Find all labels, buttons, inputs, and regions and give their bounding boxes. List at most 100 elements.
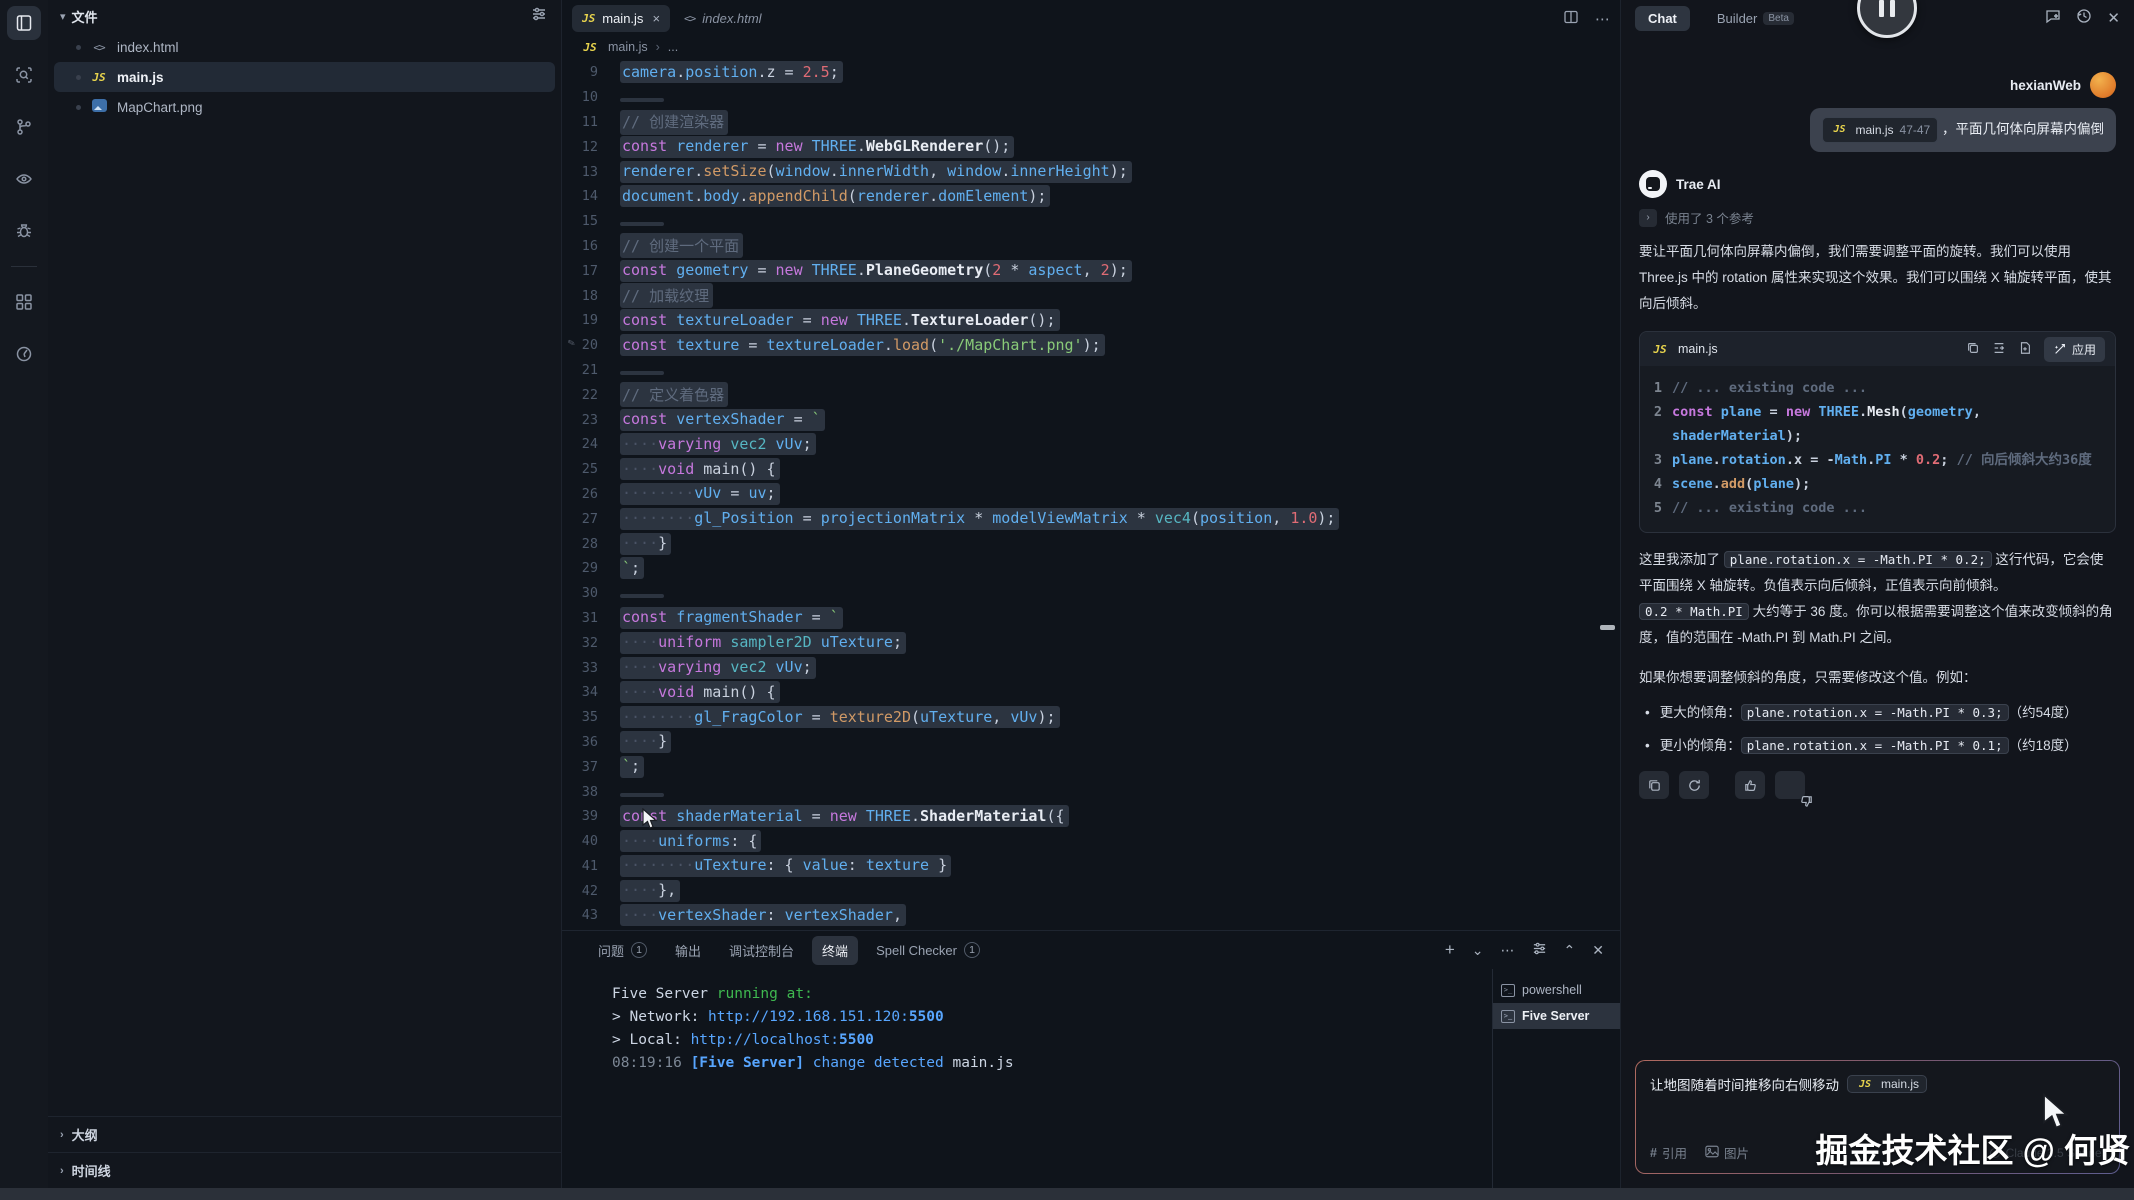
code-line-31[interactable]: 31const fragmentShader = `: [562, 606, 1620, 631]
references-toggle[interactable]: › 使用了 3 个参考: [1639, 208, 2116, 227]
breadcrumb-more[interactable]: ...: [668, 40, 678, 54]
panel-tab-问题[interactable]: 问题1: [588, 936, 657, 965]
code-line-22[interactable]: 22// 定义着色器: [562, 382, 1620, 407]
file-item-main.js[interactable]: JSmain.js: [54, 62, 555, 92]
panel-maximize-icon[interactable]: ⌃: [1564, 942, 1576, 959]
activity-item-marketplace[interactable]: [7, 337, 41, 371]
code-line-14[interactable]: 14document.body.appendChild(renderer.dom…: [562, 184, 1620, 209]
activity-item-extensions[interactable]: [7, 285, 41, 319]
new-file-icon[interactable]: [2018, 341, 2032, 358]
code-line-39[interactable]: 39const shaderMaterial = new THREE.Shade…: [562, 804, 1620, 829]
panel-tab-Spell Checker[interactable]: Spell Checker1: [866, 937, 990, 963]
reference-action[interactable]: # 引用: [1650, 1143, 1687, 1162]
file-item-index.html[interactable]: <>index.html: [54, 32, 555, 62]
thumbs-up-icon[interactable]: [1735, 771, 1765, 799]
insert-code-icon[interactable]: [1992, 341, 2006, 358]
code-line-25[interactable]: 25····void main() {: [562, 457, 1620, 482]
panel-more-icon[interactable]: ⋯: [1501, 942, 1515, 959]
code-line-15[interactable]: 15: [562, 209, 1620, 234]
panel-tab-调试控制台[interactable]: 调试控制台: [719, 936, 804, 965]
code-card-body[interactable]: 1// ... existing code ...2const plane = …: [1640, 366, 2115, 532]
code-line-28[interactable]: 28····}: [562, 531, 1620, 556]
split-editor-icon[interactable]: [1563, 9, 1579, 29]
terminal-session-Five Server[interactable]: >_Five Server: [1493, 1003, 1620, 1029]
panel-close-icon[interactable]: ✕: [1592, 942, 1604, 959]
code-line-17[interactable]: 17const geometry = new THREE.PlaneGeomet…: [562, 258, 1620, 283]
thumbs-down-icon[interactable]: [1775, 771, 1805, 799]
terminal-output[interactable]: Five Server running at:> Network: http:/…: [562, 969, 1492, 1188]
code-line-19[interactable]: 19const textureLoader = new THREE.Textur…: [562, 308, 1620, 333]
terminal-dropdown-icon[interactable]: ⌄: [1472, 942, 1484, 959]
activity-item-search[interactable]: [7, 58, 41, 92]
activity-item-source-control[interactable]: [7, 110, 41, 144]
activity-item-debug[interactable]: [7, 214, 41, 248]
tab-builder[interactable]: Builder Beta: [1704, 6, 1807, 31]
file-reference-chip[interactable]: JS main.js: [1847, 1075, 1927, 1093]
activity-item-preview[interactable]: [7, 162, 41, 196]
code-line-12[interactable]: 12const renderer = new THREE.WebGLRender…: [562, 134, 1620, 159]
code-line-26[interactable]: 26········vUv = uv;: [562, 482, 1620, 507]
user-avatar[interactable]: [2090, 72, 2116, 98]
inline-code-chip: 0.2 * Math.PI: [1639, 603, 1749, 620]
copy-code-icon[interactable]: [1966, 341, 1980, 358]
code-line-11[interactable]: 11// 创建渲染器: [562, 110, 1620, 135]
sidebar-section-大纲[interactable]: ›大纲: [48, 1116, 561, 1152]
code-line-43[interactable]: 43····vertexShader: vertexShader,: [562, 903, 1620, 928]
file-reference-chip[interactable]: JS main.js 47-47: [1822, 117, 1939, 143]
code-line-18[interactable]: 18// 加载纹理: [562, 283, 1620, 308]
image-action[interactable]: 图片: [1705, 1143, 1749, 1162]
terminal-session-powershell[interactable]: >_powershell: [1493, 977, 1620, 1003]
explorer-header[interactable]: ▾ 文件: [48, 0, 561, 32]
code-line-42[interactable]: 42····},: [562, 878, 1620, 903]
code-line-36[interactable]: 36····}: [562, 730, 1620, 755]
breadcrumb[interactable]: JS main.js › ...: [562, 34, 1620, 60]
new-terminal-icon[interactable]: +: [1445, 940, 1455, 960]
code-editor[interactable]: 9camera.position.z = 2.5;1011// 创建渲染器12c…: [562, 60, 1620, 930]
code-line-38[interactable]: 38: [562, 779, 1620, 804]
editor-tab-index.html[interactable]: <>index.html: [674, 5, 772, 32]
code-line-40[interactable]: 40····uniforms: {: [562, 829, 1620, 854]
activity-item-explorer[interactable]: [7, 6, 41, 40]
file-status-dot: [76, 105, 81, 110]
code-line-34[interactable]: 34····void main() {: [562, 680, 1620, 705]
new-chat-icon[interactable]: [2045, 8, 2061, 29]
chat-input-text[interactable]: 让地图随着时间推移向右侧移动: [1650, 1074, 1839, 1094]
editor-more-actions-icon[interactable]: ⋯: [1595, 10, 1610, 28]
tab-chat[interactable]: Chat: [1635, 6, 1690, 31]
editor-scrollbar-thumb[interactable]: [1600, 625, 1615, 630]
bottom-panel: 问题1 输出调试控制台终端 Spell Checker1 + ⌄ ⋯ ⌃ ✕ Five Ser…: [562, 930, 1620, 1188]
code-line-21[interactable]: 21: [562, 358, 1620, 383]
tab-label: index.html: [702, 11, 761, 26]
panel-tab-终端[interactable]: 终端: [812, 936, 858, 965]
code-line-30[interactable]: 30: [562, 581, 1620, 606]
code-line-23[interactable]: 23const vertexShader = `: [562, 407, 1620, 432]
close-chat-icon[interactable]: ✕: [2107, 9, 2120, 27]
code-line-35[interactable]: 35········gl_FragColor = texture2D(uText…: [562, 705, 1620, 730]
code-line-33[interactable]: 33····varying vec2 vUv;: [562, 655, 1620, 680]
history-icon[interactable]: [2076, 8, 2092, 29]
apply-button[interactable]: 应用: [2044, 337, 2105, 362]
editor-tab-main.js[interactable]: JSmain.js×: [572, 5, 670, 32]
code-line-37[interactable]: 37`;: [562, 754, 1620, 779]
code-line-27[interactable]: 27········gl_Position = projectionMatrix…: [562, 506, 1620, 531]
code-line-32[interactable]: 32····uniform sampler2D uTexture;: [562, 630, 1620, 655]
file-name: MapChart.png: [117, 100, 203, 115]
panel-filter-icon[interactable]: [1532, 941, 1547, 959]
code-line-10[interactable]: 10: [562, 85, 1620, 110]
code-line-24[interactable]: 24····varying vec2 vUv;: [562, 432, 1620, 457]
panel-tab-badge: 1: [631, 942, 647, 958]
code-line-41[interactable]: 41········uTexture: { value: texture }: [562, 854, 1620, 879]
close-tab-icon[interactable]: ×: [652, 11, 660, 26]
code-line-16[interactable]: 16// 创建一个平面: [562, 234, 1620, 259]
panel-tab-输出[interactable]: 输出: [665, 936, 711, 965]
sidebar-section-时间线[interactable]: ›时间线: [48, 1152, 561, 1188]
code-line-29[interactable]: 29`;: [562, 556, 1620, 581]
regenerate-icon[interactable]: [1679, 771, 1709, 799]
breadcrumb-file[interactable]: main.js: [608, 40, 648, 54]
code-line-20[interactable]: 20const texture = textureLoader.load('./…: [562, 333, 1620, 358]
code-line-13[interactable]: 13renderer.setSize(window.innerWidth, wi…: [562, 159, 1620, 184]
copy-response-icon[interactable]: [1639, 771, 1669, 799]
file-item-MapChart.png[interactable]: MapChart.png: [54, 92, 555, 122]
explorer-actions-icon[interactable]: [531, 6, 547, 27]
code-line-9[interactable]: 9camera.position.z = 2.5;: [562, 60, 1620, 85]
